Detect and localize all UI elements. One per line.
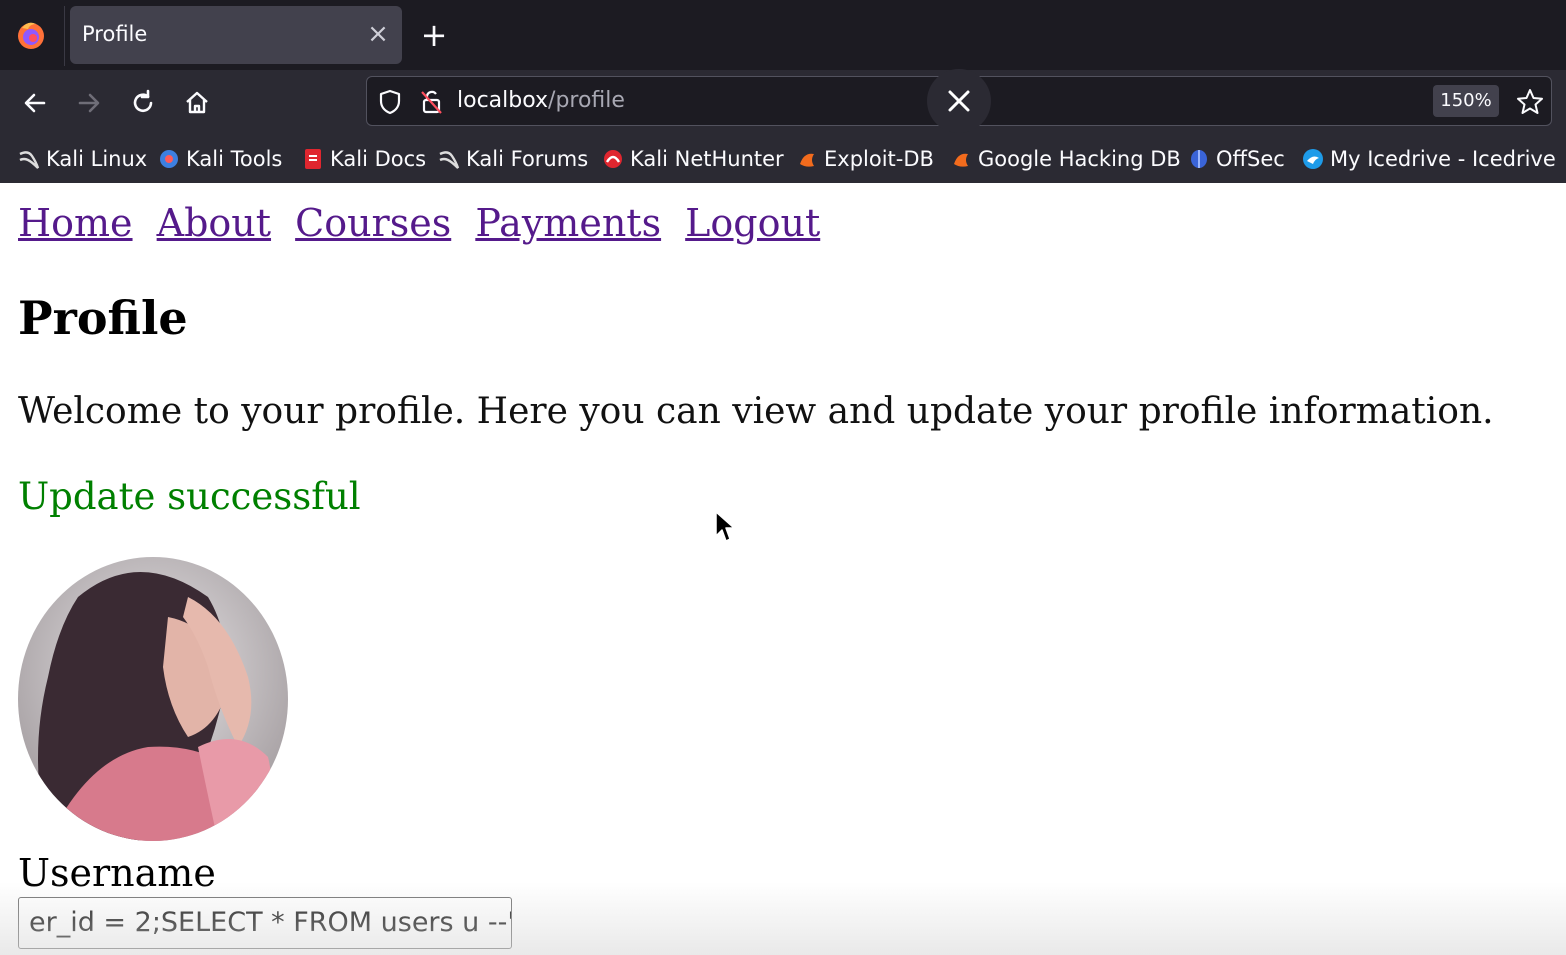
bookmark-label: Exploit-DB <box>824 147 934 171</box>
status-message: Update successful <box>18 475 361 518</box>
bookmark-label: OffSec <box>1216 147 1285 171</box>
bookmark-label: Kali Forums <box>466 147 589 171</box>
bookmark-google-hacking-db[interactable]: Google Hacking DB <box>950 144 1181 174</box>
bookmarks-toolbar: Kali Linux Kali Tools Kali Docs Kali For… <box>0 134 1566 183</box>
kali-docs-icon <box>305 149 321 169</box>
bookmark-kali-docs[interactable]: Kali Docs <box>302 144 426 174</box>
bookmark-kali-tools[interactable]: Kali Tools <box>158 144 282 174</box>
tab-profile[interactable]: Profile × <box>70 6 402 64</box>
nav-link-home[interactable]: Home <box>18 201 133 245</box>
nav-link-payments[interactable]: Payments <box>475 201 661 245</box>
tab-divider <box>64 6 65 66</box>
bookmark-kali-forums[interactable]: Kali Forums <box>438 144 588 174</box>
username-label: Username <box>18 851 216 895</box>
nav-link-logout[interactable]: Logout <box>685 201 820 245</box>
close-icon <box>948 90 970 112</box>
bookmark-label: My Icedrive - Icedrive <box>1330 147 1556 171</box>
site-nav: Home About Courses Payments Logout <box>18 201 832 245</box>
bookmark-kali-linux[interactable]: Kali Linux <box>18 144 147 174</box>
bookmark-icedrive[interactable]: My Icedrive - Icedrive <box>1302 144 1556 174</box>
avatar <box>18 557 288 841</box>
page-title: Profile <box>18 291 188 345</box>
tracking-shield-icon[interactable] <box>377 88 403 116</box>
bookmark-label: Kali Tools <box>186 147 283 171</box>
home-icon[interactable] <box>180 86 214 120</box>
forward-arrow-icon[interactable] <box>72 86 106 120</box>
url-host: localbox <box>457 88 549 113</box>
bookmark-star-icon[interactable] <box>1515 87 1545 117</box>
bookmark-label: Kali NetHunter <box>630 147 784 171</box>
exploit-db-icon <box>800 153 814 167</box>
firefox-logo-icon[interactable] <box>14 18 48 52</box>
new-tab-icon[interactable]: + <box>418 18 450 52</box>
page-content: Home About Courses Payments Logout Profi… <box>0 183 1566 955</box>
bookmark-label: Kali Linux <box>46 147 148 171</box>
kali-dragon-icon <box>19 151 40 169</box>
welcome-text: Welcome to your profile. Here you can vi… <box>18 391 1494 432</box>
reload-icon[interactable] <box>126 86 160 120</box>
bookmark-label: Google Hacking DB <box>978 147 1181 171</box>
insecure-lock-icon[interactable] <box>419 88 445 116</box>
bookmark-label: Kali Docs <box>330 147 427 171</box>
bookmark-kali-nethunter[interactable]: Kali NetHunter <box>602 144 784 174</box>
bookmark-exploit-db[interactable]: Exploit-DB <box>796 144 934 174</box>
nethunter-icon <box>604 150 622 168</box>
clear-url-button[interactable] <box>927 69 991 133</box>
back-arrow-icon[interactable] <box>18 86 52 120</box>
navigation-toolbar: localbox/profile 150% <box>0 69 1566 134</box>
mouse-cursor-icon <box>715 511 735 542</box>
bookmark-offsec[interactable]: OffSec <box>1188 144 1285 174</box>
kali-dragon-icon <box>439 151 460 169</box>
url-path: /profile <box>548 88 625 113</box>
url-bar[interactable]: localbox/profile 150% <box>366 69 1552 133</box>
offsec-icon <box>1191 150 1207 168</box>
username-input[interactable]: er_id = 2;SELECT * FROM users u --' <box>18 897 512 949</box>
nav-link-courses[interactable]: Courses <box>295 201 451 245</box>
url-text[interactable]: localbox/profile <box>457 88 625 113</box>
tab-bar: Profile × + <box>0 0 1566 70</box>
browser-chrome: Profile × + localbox/profile 150% Kali L… <box>0 0 1566 183</box>
kali-tools-icon <box>160 150 178 168</box>
nav-link-about[interactable]: About <box>157 201 271 245</box>
tab-close-icon[interactable]: × <box>362 18 394 50</box>
tab-title: Profile <box>82 22 148 46</box>
icedrive-icon <box>1303 149 1323 169</box>
exploit-db-icon <box>954 153 968 167</box>
zoom-level-badge[interactable]: 150% <box>1433 85 1499 117</box>
